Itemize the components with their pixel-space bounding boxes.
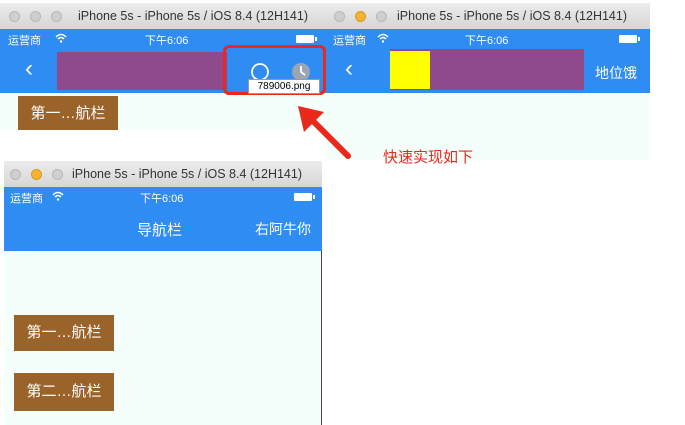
wifi-icon	[55, 33, 67, 43]
carrier-label: 运营商	[10, 193, 43, 205]
zoom-button[interactable]	[376, 11, 387, 22]
window-titlebar[interactable]: iPhone 5s - iPhone 5s / iOS 8.4 (12H141)	[0, 3, 327, 30]
navigation-bar: ‹ 地位饿	[327, 49, 650, 93]
simulator-window-bottom-left: iPhone 5s - iPhone 5s / iOS 8.4 (12H141)…	[4, 161, 322, 425]
navigation-bar: 导航栏 右阿牛你	[4, 207, 322, 251]
content-area	[327, 93, 650, 160]
battery-icon	[619, 35, 640, 43]
annotation-text: 快速实现如下	[383, 149, 474, 166]
carrier-label: 运营商	[8, 35, 41, 47]
purple-title-view	[57, 52, 227, 90]
yellow-square-view	[390, 51, 430, 89]
back-chevron-icon[interactable]: ‹	[25, 57, 33, 81]
clock-time: 下午6:06	[140, 193, 184, 205]
minimize-button[interactable]	[30, 11, 41, 22]
second-nav-button[interactable]: 第二…航栏	[14, 373, 114, 411]
minimize-button[interactable]	[31, 169, 42, 180]
first-nav-button[interactable]: 第一…航栏	[18, 96, 118, 130]
first-nav-button[interactable]: 第一…航栏	[14, 315, 114, 351]
zoom-button[interactable]	[52, 169, 63, 180]
close-button[interactable]	[10, 169, 21, 180]
minimize-button[interactable]	[355, 11, 366, 22]
content-area: 第一…航栏 第二…航栏	[4, 251, 322, 425]
close-button[interactable]	[9, 11, 20, 22]
window-title: iPhone 5s - iPhone 5s / iOS 8.4 (12H141)	[78, 9, 308, 23]
battery-icon	[296, 35, 317, 43]
nav-right-text[interactable]: 右阿牛你	[255, 219, 311, 239]
window-titlebar[interactable]: iPhone 5s - iPhone 5s / iOS 8.4 (12H141)	[327, 3, 650, 30]
window-title: iPhone 5s - iPhone 5s / iOS 8.4 (12H141)	[72, 167, 302, 181]
arrow-icon	[298, 106, 351, 159]
content-area: 第一…航栏	[0, 93, 327, 130]
carrier-label: 运营商	[333, 35, 366, 47]
clock-time: 下午6:06	[465, 35, 509, 47]
nav-right-text[interactable]: 地位饿	[595, 63, 637, 83]
battery-icon	[294, 193, 315, 201]
status-bar: 运营商 下午6:06	[4, 187, 322, 207]
nav-title: 导航栏	[137, 222, 183, 239]
file-tooltip: 789006.png	[248, 79, 320, 94]
window-titlebar[interactable]: iPhone 5s - iPhone 5s / iOS 8.4 (12H141)	[4, 161, 322, 188]
wifi-icon	[377, 33, 389, 43]
status-bar: 运营商 下午6:06	[327, 29, 650, 49]
wifi-icon	[52, 191, 64, 201]
zoom-button[interactable]	[51, 11, 62, 22]
window-title: iPhone 5s - iPhone 5s / iOS 8.4 (12H141)	[397, 9, 627, 23]
close-button[interactable]	[334, 11, 345, 22]
simulator-window-top-right: iPhone 5s - iPhone 5s / iOS 8.4 (12H141)…	[327, 3, 650, 160]
back-chevron-icon[interactable]: ‹	[345, 57, 353, 81]
clock-time: 下午6:06	[145, 35, 189, 47]
